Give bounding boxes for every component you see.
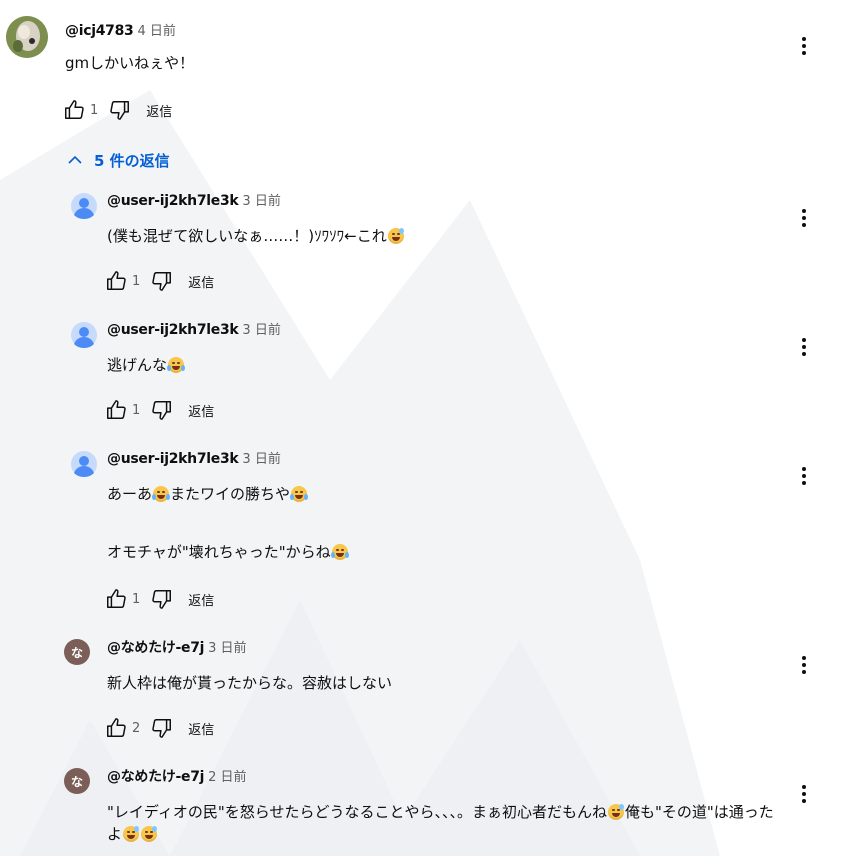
more-vertical-icon <box>802 785 806 803</box>
chevron-up-icon <box>68 155 82 164</box>
like-button[interactable] <box>104 396 128 424</box>
grinning-sweat-emoji <box>607 804 624 820</box>
comment-text: あーあ またワイの勝ちや オモチャが"壊れちゃった"からね <box>107 483 349 563</box>
reply-button[interactable]: 返信 <box>188 272 214 291</box>
grinning-sweat-emoji <box>387 228 404 244</box>
grinning-sweat-emoji <box>141 826 158 842</box>
like-count: 1 <box>132 591 141 607</box>
comment-timestamp[interactable]: 3 日前 <box>242 323 280 338</box>
thumbs-up-icon <box>107 400 126 419</box>
comment-author[interactable]: @icj4783 <box>65 23 134 39</box>
like-count: 1 <box>132 402 141 418</box>
tears-of-joy-emoji <box>152 486 171 502</box>
action-menu-button[interactable] <box>798 32 810 60</box>
tears-of-joy-emoji <box>330 544 349 560</box>
thumbs-up-icon <box>107 718 126 737</box>
comment-timestamp[interactable]: 3 日前 <box>242 452 280 467</box>
avatar[interactable]: な <box>64 768 90 794</box>
comment-author[interactable]: @なめたけ-e7j <box>107 640 204 656</box>
dislike-button[interactable] <box>150 585 174 613</box>
reply-button[interactable]: 返信 <box>188 401 214 420</box>
comment-text: 新人枠は俺が貰ったからな。容赦はしない <box>107 674 393 692</box>
tears-of-joy-emoji <box>290 486 309 502</box>
dislike-button[interactable] <box>150 714 174 742</box>
reply-button[interactable]: 返信 <box>188 590 214 609</box>
like-button[interactable] <box>104 585 128 613</box>
comment-text: "レイディオの民"を怒らせたらどうなることやら、、、。まぁ初心者だもんね 俺も"そ… <box>107 803 774 843</box>
comment-author[interactable]: @user-ij2kh7le3k <box>107 451 239 467</box>
default-avatar-icon <box>71 322 97 348</box>
like-button[interactable] <box>104 714 128 742</box>
reply-button[interactable]: 返信 <box>188 719 214 738</box>
dislike-button[interactable] <box>108 96 132 124</box>
thumbs-down-icon <box>152 719 172 738</box>
dislike-button[interactable] <box>150 396 174 424</box>
comment-timestamp[interactable]: 3 日前 <box>208 641 246 656</box>
action-menu-button[interactable] <box>798 462 810 490</box>
more-vertical-icon <box>802 37 806 55</box>
thumbs-up-icon <box>107 589 126 608</box>
action-menu-button[interactable] <box>798 333 810 361</box>
dislike-button[interactable] <box>150 267 174 295</box>
thumbs-up-icon <box>107 271 126 290</box>
comment-text: (僕も混ぜて欲しいなぁ……！)ｿﾜｿﾜ←これ <box>107 225 405 247</box>
more-vertical-icon <box>802 209 806 227</box>
avatar[interactable] <box>64 315 104 355</box>
like-button[interactable] <box>62 96 86 124</box>
replies-toggle-label: 5 件の返信 <box>94 151 170 170</box>
comment-timestamp[interactable]: 4 日前 <box>137 24 175 39</box>
default-avatar-icon <box>71 451 97 477</box>
comment-text: 逃げんな <box>107 354 186 376</box>
like-count: 2 <box>132 720 141 736</box>
comment-timestamp[interactable]: 2 日前 <box>208 770 246 785</box>
comment-author[interactable]: @なめたけ-e7j <box>107 769 204 785</box>
like-count: 1 <box>90 102 99 118</box>
avatar[interactable] <box>6 16 48 58</box>
comment-author[interactable]: @user-ij2kh7le3k <box>107 193 239 209</box>
dog-avatar-icon <box>6 16 48 58</box>
reply-button[interactable]: 返信 <box>146 101 172 120</box>
avatar[interactable]: な <box>64 639 90 665</box>
tears-of-joy-emoji <box>167 357 186 373</box>
action-menu-button[interactable] <box>798 651 810 679</box>
thumbs-down-icon <box>152 590 172 609</box>
thumbs-down-icon <box>110 101 130 120</box>
action-menu-button[interactable] <box>798 204 810 232</box>
default-avatar-icon <box>71 193 97 219</box>
comment-text: gmしかいねぇや！ <box>65 54 195 72</box>
action-menu-button[interactable] <box>798 780 810 808</box>
thumbs-up-icon <box>65 100 84 119</box>
grinning-sweat-emoji <box>123 826 140 842</box>
thumbs-down-icon <box>152 401 172 420</box>
avatar[interactable] <box>64 444 104 484</box>
thumbs-down-icon <box>152 272 172 291</box>
comment-timestamp[interactable]: 3 日前 <box>242 194 280 209</box>
more-vertical-icon <box>802 338 806 356</box>
avatar[interactable] <box>64 186 104 226</box>
like-button[interactable] <box>104 267 128 295</box>
replies-toggle-button[interactable]: 5 件の返信 <box>68 148 170 172</box>
more-vertical-icon <box>802 467 806 485</box>
like-count: 1 <box>132 273 141 289</box>
comment-thread: @icj4783 4 日前 gmしかいねぇや！ 1 返信 5 件の返信 @user… <box>0 0 856 856</box>
more-vertical-icon <box>802 656 806 674</box>
comment-author[interactable]: @user-ij2kh7le3k <box>107 322 239 338</box>
